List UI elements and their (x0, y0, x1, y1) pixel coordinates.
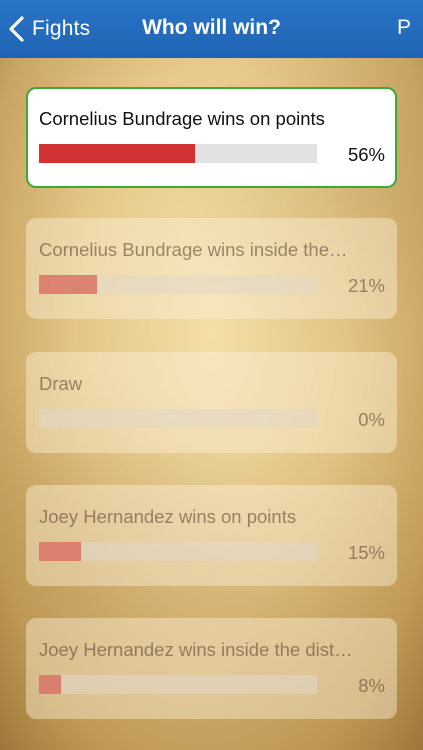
vote-bar-track (39, 675, 317, 694)
vote-bar-fill (39, 675, 62, 694)
vote-bar-fill (39, 542, 81, 561)
option-label: Draw (39, 373, 83, 394)
vote-bar-track (39, 409, 317, 428)
prediction-option[interactable]: Draw 0% (26, 352, 397, 453)
prediction-option[interactable]: Joey Hernandez wins inside the dist… 8% (26, 618, 397, 719)
vote-percent: 56% (347, 144, 385, 165)
navigation-bar: Fights Who will win? P (0, 0, 423, 58)
option-label: Joey Hernandez wins on points (39, 506, 297, 527)
prediction-option[interactable]: Cornelius Bundrage wins on points 56% (26, 87, 397, 188)
vote-bar-fill (39, 275, 98, 294)
page-title: Who will win? (142, 16, 281, 39)
vote-bar-track (39, 542, 317, 561)
prediction-option[interactable]: Joey Hernandez wins on points 15% (26, 485, 397, 586)
vote-percent: 21% (347, 275, 385, 296)
vote-bar-fill (39, 144, 195, 163)
nav-right-button[interactable]: P (397, 16, 411, 40)
vote-bar-track (39, 275, 317, 294)
prediction-option[interactable]: Cornelius Bundrage wins inside the… 21% (26, 218, 397, 319)
vote-percent: 0% (358, 409, 385, 430)
option-label: Cornelius Bundrage wins on points (39, 108, 325, 129)
vote-bar-track (39, 144, 317, 163)
option-label: Cornelius Bundrage wins inside the… (39, 239, 348, 260)
vote-percent: 15% (347, 542, 385, 563)
vote-percent: 8% (358, 675, 385, 696)
option-label: Joey Hernandez wins inside the dist… (39, 639, 353, 660)
